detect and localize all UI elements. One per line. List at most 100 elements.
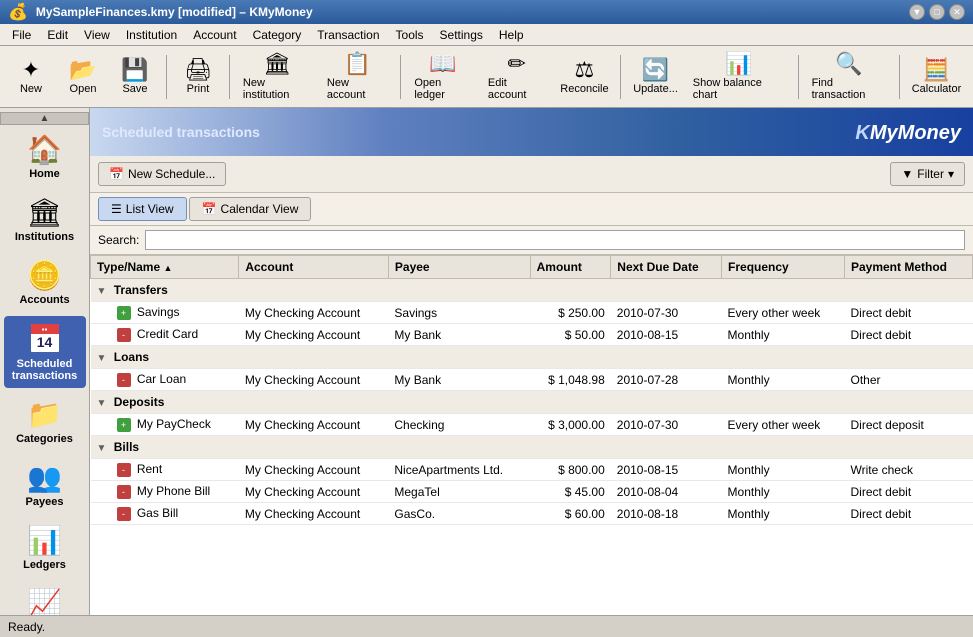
col-payment-method: Payment Method	[844, 256, 972, 279]
edit-account-icon: ✏	[507, 53, 525, 75]
menu-transaction[interactable]: Transaction	[309, 26, 387, 44]
cell-due-date: 2010-08-15	[611, 324, 722, 346]
table-row[interactable]: + My PayCheck My Checking Account Checki…	[91, 414, 973, 436]
content-toolbar: 📅 New Schedule... ▼ Filter ▾	[90, 156, 973, 193]
accounts-icon: 🪙	[27, 259, 62, 292]
group-expand-icon[interactable]: ▼	[97, 398, 107, 409]
menu-file[interactable]: File	[4, 26, 39, 44]
sidebar-item-scheduled[interactable]: ▪▪ 14 Scheduledtransactions	[4, 316, 86, 388]
table-row[interactable]: + Savings My Checking Account Savings $ …	[91, 302, 973, 324]
cell-amount: $ 1,048.98	[530, 369, 611, 391]
open-ledger-button[interactable]: 📖 Open ledger	[407, 50, 479, 104]
toolbar-sep-3	[400, 55, 401, 99]
open-button[interactable]: 📂 Open	[58, 50, 108, 104]
show-balance-button[interactable]: 📊 Show balance chart	[686, 50, 792, 104]
print-button[interactable]: 🖨 Print	[173, 50, 223, 104]
sidebar-payees-label: Payees	[26, 496, 64, 508]
cell-amount: $ 60.00	[530, 503, 611, 525]
calendar-view-label: Calendar View	[221, 202, 299, 216]
cell-account: My Checking Account	[239, 324, 389, 346]
filter-label: Filter	[917, 167, 944, 181]
find-transaction-button[interactable]: 🔍 Find transaction	[805, 50, 893, 104]
calculator-label: Calculator	[912, 83, 962, 95]
new-schedule-label: New Schedule...	[128, 167, 215, 181]
open-icon: 📂	[69, 59, 96, 81]
sidebar-item-ledgers[interactable]: 📊 Ledgers	[4, 518, 86, 577]
cell-amount: $ 50.00	[530, 324, 611, 346]
menu-account[interactable]: Account	[185, 26, 244, 44]
cell-frequency: Monthly	[722, 481, 845, 503]
tab-list-view[interactable]: ☰ List View	[98, 197, 187, 221]
table-container: Type/Name ▲ Account Payee Amount Next Du…	[90, 255, 973, 615]
minimize-button[interactable]: ▼	[909, 4, 925, 20]
sidebar-item-home[interactable]: 🏠 Home	[4, 127, 86, 186]
new-institution-button[interactable]: 🏛 New institution	[236, 50, 318, 104]
update-icon: 🔄	[642, 59, 669, 81]
table-row[interactable]: - Credit Card My Checking Account My Ban…	[91, 324, 973, 346]
calendar-view-icon: 📅	[202, 202, 217, 216]
cell-amount: $ 800.00	[530, 459, 611, 481]
show-balance-icon: 📊	[725, 53, 752, 75]
menu-help[interactable]: Help	[491, 26, 532, 44]
sidebar-item-accounts[interactable]: 🪙 Accounts	[4, 253, 86, 312]
sidebar-item-investments[interactable]: 📈 Investments	[4, 581, 86, 615]
menu-category[interactable]: Category	[245, 26, 310, 44]
titlebar-title: MySampleFinances.kmy [modified] – KMyMon…	[36, 5, 313, 19]
sidebar-item-payees[interactable]: 👥 Payees	[4, 455, 86, 514]
content-header-title: Scheduled transactions	[102, 124, 260, 140]
menu-edit[interactable]: Edit	[39, 26, 76, 44]
save-button[interactable]: 💾 Save	[110, 50, 160, 104]
menu-institution[interactable]: Institution	[118, 26, 185, 44]
table-row[interactable]: - My Phone Bill My Checking Account Mega…	[91, 481, 973, 503]
group-expand-icon[interactable]: ▼	[97, 286, 107, 297]
table-row[interactable]: - Rent My Checking Account NiceApartment…	[91, 459, 973, 481]
edit-account-button[interactable]: ✏ Edit account	[481, 50, 553, 104]
filter-button[interactable]: ▼ Filter ▾	[890, 162, 965, 186]
toolbar-sep-1	[166, 55, 167, 99]
table-row[interactable]: - Car Loan My Checking Account My Bank $…	[91, 369, 973, 391]
show-balance-label: Show balance chart	[693, 77, 785, 101]
menu-tools[interactable]: Tools	[388, 26, 432, 44]
table-row[interactable]: - Gas Bill My Checking Account GasCo. $ …	[91, 503, 973, 525]
print-label: Print	[187, 83, 210, 95]
cell-frequency: Every other week	[722, 414, 845, 436]
new-account-label: New account	[327, 77, 387, 101]
maximize-button[interactable]: □	[929, 4, 945, 20]
cell-amount: $ 250.00	[530, 302, 611, 324]
sidebar-scroll-up[interactable]: ▲	[0, 112, 89, 125]
calculator-button[interactable]: 🧮 Calculator	[906, 50, 967, 104]
new-button[interactable]: ✦ New	[6, 50, 56, 104]
tab-calendar-view[interactable]: 📅 Calendar View	[189, 197, 312, 221]
close-button[interactable]: ✕	[949, 4, 965, 20]
save-label: Save	[122, 83, 147, 95]
titlebar-controls: ▼ □ ✕	[909, 4, 965, 20]
menu-settings[interactable]: Settings	[432, 26, 491, 44]
col-due-date: Next Due Date	[611, 256, 722, 279]
table-group-row: ▼ Deposits	[91, 391, 973, 414]
reconcile-button[interactable]: ⚖ Reconcile	[554, 50, 614, 104]
group-expand-icon[interactable]: ▼	[97, 353, 107, 364]
cell-due-date: 2010-07-30	[611, 414, 722, 436]
cell-payee: Savings	[388, 302, 530, 324]
cell-account: My Checking Account	[239, 459, 389, 481]
transaction-type-icon: +	[117, 418, 131, 432]
search-input[interactable]	[145, 230, 965, 250]
find-transaction-label: Find transaction	[812, 77, 886, 101]
group-name: Deposits	[114, 395, 165, 409]
cell-frequency: Monthly	[722, 503, 845, 525]
new-account-button[interactable]: 📋 New account	[320, 50, 394, 104]
cell-type-name: - Credit Card	[91, 324, 239, 346]
sidebar-accounts-label: Accounts	[19, 294, 69, 306]
scheduled-calendar-icon: ▪▪ 14	[29, 322, 61, 354]
sidebar-item-categories[interactable]: 📁 Categories	[4, 392, 86, 451]
cell-payee: My Bank	[388, 324, 530, 346]
cell-payment-method: Write check	[844, 459, 972, 481]
update-button[interactable]: 🔄 Update...	[627, 50, 683, 104]
group-expand-icon[interactable]: ▼	[97, 443, 107, 454]
new-schedule-button[interactable]: 📅 New Schedule...	[98, 162, 226, 186]
cell-due-date: 2010-07-30	[611, 302, 722, 324]
cell-payee: GasCo.	[388, 503, 530, 525]
menu-view[interactable]: View	[76, 26, 118, 44]
sidebar-item-institutions[interactable]: 🏛 Institutions	[4, 190, 86, 249]
sidebar-institutions-label: Institutions	[15, 231, 74, 243]
